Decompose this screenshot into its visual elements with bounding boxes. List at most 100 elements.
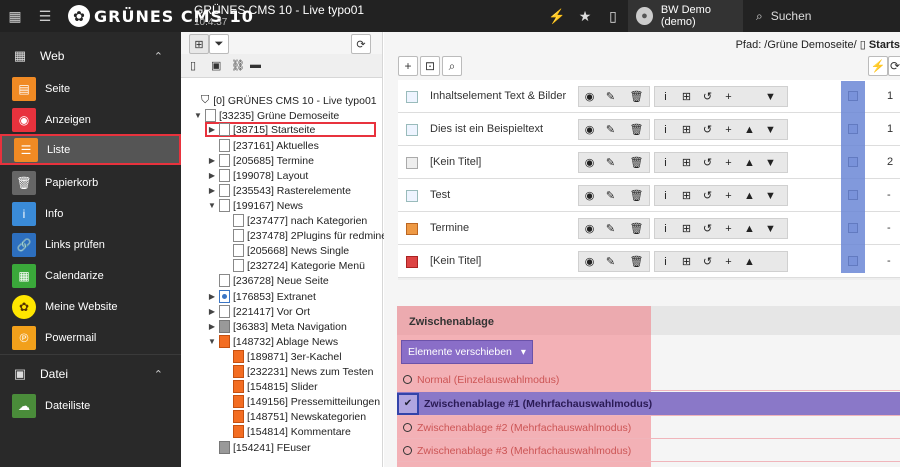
caret-right-icon[interactable]: ▶ bbox=[207, 171, 217, 180]
eye-icon[interactable]: ◉ bbox=[579, 219, 600, 238]
tree-node[interactable]: ▶ [235543] Rasterelemente bbox=[207, 183, 351, 198]
tree-toggle-icon[interactable]: ☰ bbox=[30, 0, 60, 32]
tree-node[interactable]: [232231] News zum Testen bbox=[221, 364, 373, 379]
check-circle-icon[interactable]: ✔ bbox=[397, 392, 419, 415]
history-icon[interactable]: ↺ bbox=[697, 87, 718, 106]
radio-icon[interactable] bbox=[403, 423, 412, 432]
refresh-icon[interactable]: ⟳ bbox=[888, 56, 900, 76]
row-title[interactable]: Termine bbox=[430, 222, 469, 234]
plus-icon[interactable]: + bbox=[718, 219, 739, 238]
tree-node[interactable]: [237161] Aktuelles bbox=[207, 138, 319, 153]
search-button[interactable]: ⌕ bbox=[442, 56, 462, 76]
row-title[interactable]: Inhaltselement Text & Bilder bbox=[430, 90, 566, 102]
move-down-icon[interactable]: ▼ bbox=[760, 219, 781, 238]
move-up-icon[interactable]: ▲ bbox=[739, 252, 760, 271]
row-title[interactable]: [Kein Titel] bbox=[430, 255, 481, 267]
tree-node[interactable]: ▶ [221417] Vor Ort bbox=[207, 304, 310, 319]
move-down-icon[interactable]: ▼ bbox=[760, 153, 781, 172]
tree-node[interactable]: [148751] Newskategorien bbox=[221, 409, 366, 424]
sidebar-item-dateiliste[interactable]: ☁ Dateiliste bbox=[0, 390, 181, 421]
plus-icon[interactable]: + bbox=[718, 120, 739, 139]
new-page-icon[interactable]: ⊞ bbox=[189, 34, 209, 54]
info-icon[interactable]: i bbox=[655, 120, 676, 139]
info-icon[interactable]: i bbox=[655, 219, 676, 238]
tree-node[interactable]: ▶ [205685] Termine bbox=[207, 153, 314, 168]
flash-icon[interactable]: ⚡ bbox=[868, 56, 888, 76]
tree-node[interactable]: ▶ [36383] Meta Navigation bbox=[207, 319, 347, 334]
refresh-icon[interactable]: ⟳ bbox=[351, 34, 371, 54]
tree-node[interactable]: [236728] Neue Seite bbox=[207, 273, 329, 288]
clipboard-option-3[interactable]: Zwischenablage #3 (Mehrfachauswahlmodus) bbox=[397, 440, 900, 462]
history-icon[interactable]: ↺ bbox=[697, 153, 718, 172]
group-web[interactable]: ▦ Web ⌃ bbox=[0, 36, 181, 76]
caret-down-icon[interactable]: ▼ bbox=[207, 201, 217, 210]
move-up-icon[interactable]: ▲ bbox=[739, 153, 760, 172]
eye-icon[interactable]: ◉ bbox=[579, 120, 600, 139]
tree-node[interactable]: [149156] Pressemitteilungen bbox=[221, 394, 380, 409]
pencil-icon[interactable]: ✎ bbox=[600, 153, 621, 172]
clipboard-option-2[interactable]: Zwischenablage #2 (Mehrfachauswahlmodus) bbox=[397, 417, 900, 439]
sidebar-item-calendarize[interactable]: ▦ Calendarize bbox=[0, 260, 181, 291]
trash-icon[interactable]: 🗑 bbox=[626, 120, 647, 139]
pencil-icon[interactable]: ✎ bbox=[600, 219, 621, 238]
new-record-after-icon[interactable]: ⊞ bbox=[676, 87, 697, 106]
row-title[interactable]: [Kein Titel] bbox=[430, 156, 481, 168]
flash-icon[interactable]: ⚡ bbox=[543, 0, 571, 32]
page-type-folder-icon[interactable]: ▬ bbox=[250, 59, 261, 71]
module-menu-toggle-icon[interactable]: ▦ bbox=[0, 0, 30, 32]
sidebar-item-anzeigen[interactable]: ◉ Anzeigen bbox=[0, 104, 181, 135]
move-up-icon[interactable]: ▲ bbox=[739, 186, 760, 205]
page-type-standard-icon[interactable]: ▯ bbox=[190, 59, 196, 72]
eye-icon[interactable]: ◉ bbox=[579, 153, 600, 172]
plus-icon[interactable]: + bbox=[718, 153, 739, 172]
tree-node[interactable]: [232724] Kategorie Menü bbox=[221, 258, 365, 273]
caret-down-icon[interactable]: ▼ bbox=[207, 337, 217, 346]
trash-icon[interactable]: 🗑 bbox=[626, 219, 647, 238]
info-icon[interactable]: i bbox=[655, 186, 676, 205]
new-record-after-icon[interactable]: ⊞ bbox=[676, 186, 697, 205]
tree-node[interactable]: [154814] Kommentare bbox=[221, 424, 351, 439]
filter-icon[interactable]: ⏷ bbox=[209, 34, 229, 54]
new-record-after-icon[interactable]: ⊞ bbox=[676, 219, 697, 238]
group-datei[interactable]: ▣ Datei ⌃ bbox=[0, 354, 181, 394]
caret-right-icon[interactable]: ▶ bbox=[207, 186, 217, 195]
move-down-icon[interactable]: ▼ bbox=[760, 87, 781, 106]
pencil-icon[interactable]: ✎ bbox=[600, 186, 621, 205]
new-record-after-icon[interactable]: ⊞ bbox=[676, 120, 697, 139]
tree-node[interactable]: [237478] 2Plugins für redmine bbox=[221, 228, 387, 243]
sidebar-item-seite[interactable]: ▤ Seite bbox=[0, 73, 181, 104]
page-type-link-icon[interactable]: ⛓ bbox=[231, 59, 245, 72]
caret-right-icon[interactable]: ▶ bbox=[207, 292, 217, 301]
sidebar-item-links-pruefen[interactable]: 🔗 Links prüfen bbox=[0, 229, 181, 260]
plus-icon[interactable]: + bbox=[718, 87, 739, 106]
eye-icon[interactable]: ◉ bbox=[579, 87, 600, 106]
tree-node[interactable]: [205668] News Single bbox=[221, 243, 349, 258]
plus-icon[interactable]: + bbox=[718, 186, 739, 205]
sidebar-item-info[interactable]: i Info bbox=[0, 198, 181, 229]
tree-node[interactable]: ▶ [176853] Extranet bbox=[207, 289, 316, 304]
info-icon[interactable]: i bbox=[655, 153, 676, 172]
info-icon[interactable]: i bbox=[655, 87, 676, 106]
sidebar-item-meine-website[interactable]: ✿ Meine Website bbox=[0, 291, 181, 322]
tree-node-root[interactable]: ⛉ [0] GRÜNES CMS 10 - Live typo01 bbox=[191, 93, 377, 108]
sidebar-item-papierkorb[interactable]: 🗑 Papierkorb bbox=[0, 167, 181, 198]
trash-icon[interactable]: 🗑 bbox=[626, 87, 647, 106]
tree-node[interactable]: [237477] nach Kategorien bbox=[221, 213, 367, 228]
info-icon[interactable]: i bbox=[655, 252, 676, 271]
tree-node[interactable]: [154815] Slider bbox=[221, 379, 318, 394]
tree-node[interactable]: ▼ [199167] News bbox=[207, 198, 303, 213]
tree-node[interactable]: ▼ [148732] Ablage News bbox=[207, 334, 338, 349]
pencil-icon[interactable]: ✎ bbox=[600, 120, 621, 139]
eye-icon[interactable]: ◉ bbox=[579, 252, 600, 271]
tree-node[interactable]: ▼ [33235] Grüne Demoseite bbox=[193, 108, 339, 123]
clipboard-option-1[interactable]: ✔ Zwischenablage #1 (Mehrfachauswahlmodu… bbox=[397, 392, 900, 416]
history-icon[interactable]: ↺ bbox=[697, 219, 718, 238]
document-icon[interactable]: ▯ bbox=[599, 0, 627, 32]
bookmark-star-icon[interactable]: ★ bbox=[571, 0, 599, 32]
search-field[interactable]: ⌕ Suchen bbox=[748, 0, 900, 32]
new-record-after-icon[interactable]: ⊞ bbox=[676, 252, 697, 271]
move-down-icon[interactable]: ▼ bbox=[760, 186, 781, 205]
caret-right-icon[interactable]: ▶ bbox=[207, 156, 217, 165]
tree-node[interactable]: [189871] 3er-Kachel bbox=[221, 349, 342, 364]
move-up-icon[interactable]: ▲ bbox=[739, 120, 760, 139]
